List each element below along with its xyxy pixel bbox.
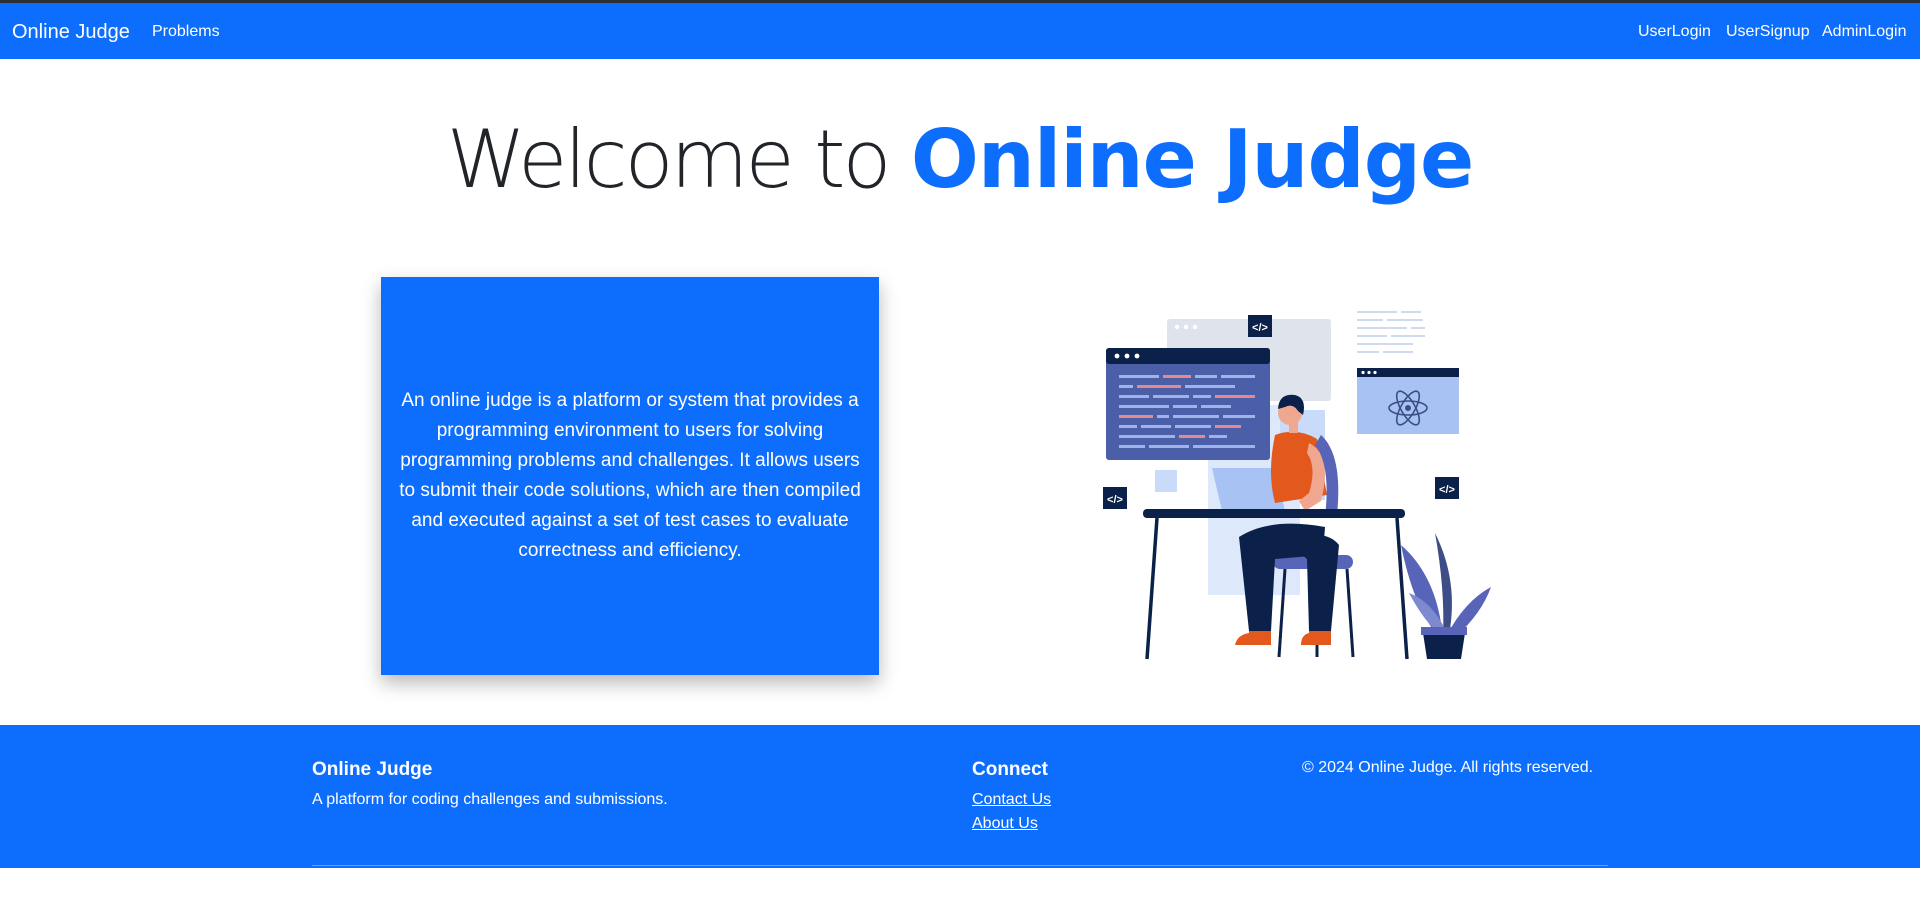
info-card: An online judge is a platform or system …	[381, 277, 879, 675]
footer-brand-title: Online Judge	[312, 759, 433, 780]
nav-user-login-link[interactable]: UserLogin	[1638, 22, 1711, 42]
footer-copyright: © 2024 Online Judge. All rights reserved…	[1302, 759, 1594, 776]
hero-highlight: Online Judge	[910, 113, 1474, 206]
hero-prefix: Welcome to	[446, 113, 911, 206]
developer-at-desk-illustration: </> </> </>	[1095, 305, 1500, 680]
footer-connect-title: Connect	[972, 759, 1048, 780]
navbar: Online Judge Problems UserLogin UserSign…	[0, 3, 1920, 59]
plant-icon	[1401, 533, 1491, 659]
svg-text:</>: </>	[1439, 484, 1455, 496]
footer: Online Judge A platform for coding chall…	[0, 725, 1920, 868]
footer-about-link[interactable]: About Us	[972, 814, 1038, 834]
desk	[1143, 509, 1405, 518]
navbar-brand-link[interactable]: Online Judge	[12, 20, 130, 44]
footer-divider	[312, 865, 1608, 866]
svg-text:</>: </>	[1107, 494, 1123, 506]
svg-text:</>: </>	[1252, 322, 1268, 334]
nav-problems-link[interactable]: Problems	[152, 22, 220, 42]
nav-admin-login-link[interactable]: AdminLogin	[1822, 22, 1907, 42]
footer-contact-link[interactable]: Contact Us	[972, 790, 1051, 810]
code-editor-window	[1106, 348, 1270, 460]
info-card-text: An online judge is a platform or system …	[399, 390, 861, 561]
hero-heading: Welcome to Online Judge	[0, 112, 1920, 208]
footer-brand-description: A platform for coding challenges and sub…	[312, 791, 668, 808]
nav-user-signup-link[interactable]: UserSignup	[1726, 22, 1810, 42]
